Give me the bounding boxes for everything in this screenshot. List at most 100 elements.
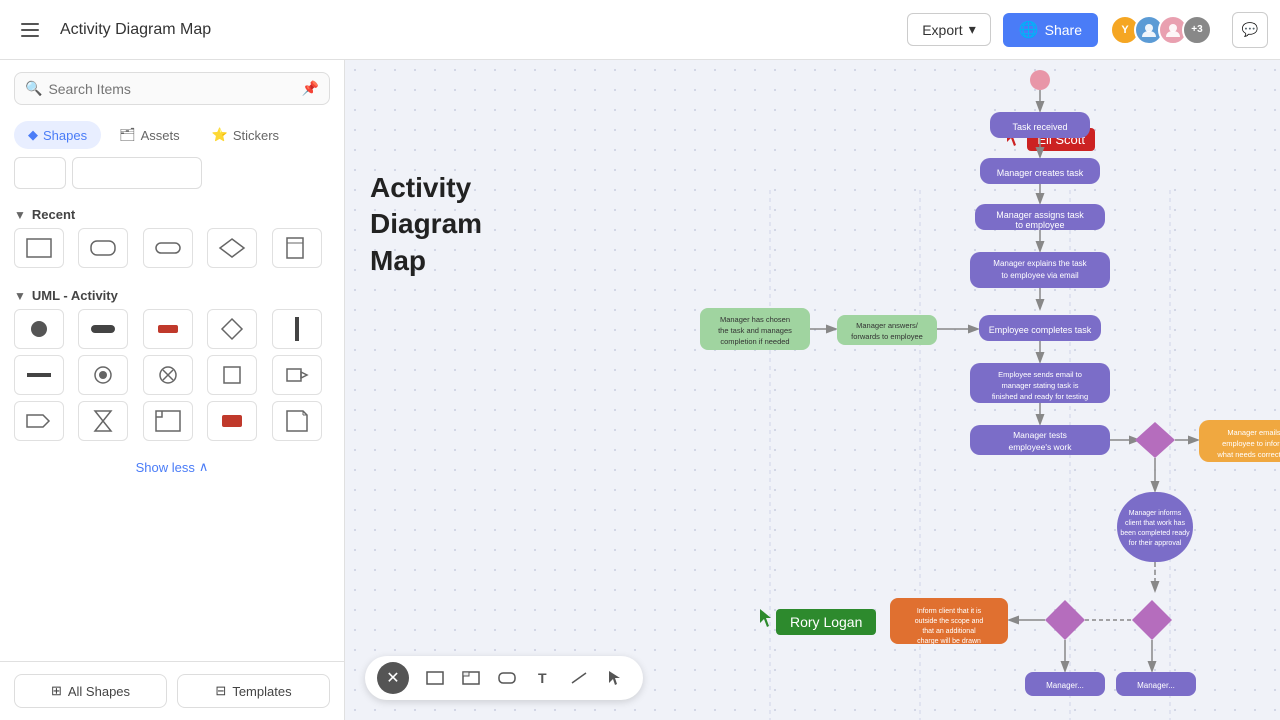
recent-section-header[interactable]: ▼ Recent: [14, 197, 330, 228]
svg-text:finished and ready for testing: finished and ready for testing: [992, 392, 1088, 401]
svg-text:Manager informs: Manager informs: [1129, 510, 1182, 517]
svg-text:T: T: [538, 670, 547, 686]
all-shapes-icon: ⊞: [51, 683, 62, 699]
uml-object-node[interactable]: [207, 355, 257, 395]
tab-assets[interactable]: 🗂 Assets: [105, 121, 194, 149]
svg-text:forwards to employee: forwards to employee: [851, 332, 923, 341]
collaborator-avatars: Y +3: [1110, 15, 1212, 45]
node-manager-informs[interactable]: [1117, 492, 1193, 562]
svg-text:Inform client that it is: Inform client that it is: [917, 608, 982, 615]
shape-preset-2[interactable]: [72, 157, 202, 189]
templates-button[interactable]: ⊟ Templates: [177, 674, 330, 708]
uml-end-flow[interactable]: [78, 355, 128, 395]
avatar-more[interactable]: +3: [1182, 15, 1212, 45]
assets-icon: 🗂: [119, 127, 136, 143]
shape-stadium[interactable]: [143, 228, 193, 268]
uml-swimlane[interactable]: [207, 401, 257, 441]
uml-frame[interactable]: [143, 401, 193, 441]
svg-text:that an additional: that an additional: [922, 628, 976, 635]
diagram-title: Activity Diagram Map: [60, 21, 211, 39]
recent-arrow-icon: ▼: [14, 208, 26, 222]
svg-text:manager stating task is: manager stating task is: [1001, 381, 1078, 390]
tab-stickers[interactable]: ⭐ Stickers: [198, 121, 293, 149]
comment-icon: 💬: [1242, 22, 1259, 38]
text-tool[interactable]: T: [527, 662, 559, 694]
topbar: Activity Diagram Map Export ▾ 🌐 Share Y …: [0, 0, 1280, 60]
uml-section-header[interactable]: ▼ UML - Activity: [14, 278, 330, 309]
svg-text:Task received: Task received: [1012, 122, 1067, 132]
uml-time-event[interactable]: [78, 401, 128, 441]
svg-text:Manager...: Manager...: [1046, 681, 1084, 690]
recent-label: Recent: [32, 207, 75, 222]
uml-fork-vertical[interactable]: [272, 309, 322, 349]
svg-text:Manager has chosen: Manager has chosen: [720, 315, 790, 324]
svg-text:to employee: to employee: [1015, 220, 1064, 230]
uml-arrow-icon: ▼: [14, 289, 26, 303]
chevron-up-icon: ∧: [199, 459, 209, 475]
svg-text:Manager explains the task: Manager explains the task: [993, 259, 1087, 268]
svg-text:Manager answers/: Manager answers/: [856, 321, 919, 330]
uml-decision[interactable]: [207, 309, 257, 349]
svg-text:for their approval: for their approval: [1129, 540, 1182, 547]
search-input[interactable]: [48, 81, 295, 97]
svg-text:been completed ready: been completed ready: [1120, 530, 1190, 537]
stickers-icon: ⭐: [212, 127, 228, 143]
start-circle: [1030, 70, 1050, 90]
diagram-svg: Task received Manager creates task Manag…: [645, 60, 1280, 720]
frame-tool[interactable]: [455, 662, 487, 694]
menu-button[interactable]: [12, 12, 48, 48]
show-less-button[interactable]: Show less ∧: [14, 451, 330, 483]
sidebar-footer: ⊞ All Shapes ⊟ Templates: [0, 661, 344, 720]
uml-action[interactable]: [78, 309, 128, 349]
sidebar: 🔍 📌 ◆ Shapes 🗂 Assets ⭐ Stickers: [0, 60, 345, 720]
uml-pin[interactable]: [272, 355, 322, 395]
rectangle-tool[interactable]: [419, 662, 451, 694]
comment-button[interactable]: 💬: [1232, 12, 1268, 48]
export-button[interactable]: Export ▾: [907, 13, 991, 46]
export-label: Export: [922, 22, 962, 38]
shape-rounded-rect[interactable]: [78, 228, 128, 268]
rounded-tool[interactable]: [491, 662, 523, 694]
uml-note[interactable]: [272, 401, 322, 441]
share-label: Share: [1045, 22, 1082, 38]
all-shapes-button[interactable]: ⊞ All Shapes: [14, 674, 167, 708]
svg-text:Manager emails: Manager emails: [1227, 428, 1280, 437]
shape-square[interactable]: [14, 228, 64, 268]
sidebar-header: 🔍 📌: [0, 60, 344, 113]
shapes-icon: ◆: [28, 127, 38, 143]
templates-icon: ⊟: [215, 683, 226, 699]
pointer-tool[interactable]: [599, 662, 631, 694]
uml-fork-horizontal[interactable]: [14, 355, 64, 395]
share-button[interactable]: 🌐 Share: [1003, 13, 1098, 47]
close-toolbar-button[interactable]: ✕: [377, 662, 409, 694]
line-tool[interactable]: [563, 662, 595, 694]
svg-text:the task and manages: the task and manages: [718, 326, 792, 335]
svg-text:Manager creates task: Manager creates task: [997, 168, 1084, 178]
uml-start-node[interactable]: [14, 309, 64, 349]
bottom-toolbar: ✕ T: [365, 656, 643, 700]
hamburger-icon: [21, 23, 39, 37]
shape-preset-1[interactable]: [14, 157, 66, 189]
svg-text:completion if needed: completion if needed: [720, 337, 789, 346]
svg-text:Employee completes task: Employee completes task: [989, 325, 1092, 335]
svg-text:Manager...: Manager...: [1137, 681, 1175, 690]
shape-diamond[interactable]: [207, 228, 257, 268]
tab-shapes[interactable]: ◆ Shapes: [14, 121, 101, 149]
main-layout: 🔍 📌 ◆ Shapes 🗂 Assets ⭐ Stickers: [0, 60, 1280, 720]
svg-text:employee to inform: employee to inform: [1222, 439, 1280, 448]
canvas-diagram-title: Activity Diagram Map: [370, 170, 482, 279]
shape-tabs: ◆ Shapes 🗂 Assets ⭐ Stickers: [0, 113, 344, 157]
shape-page[interactable]: [272, 228, 322, 268]
globe-icon: 🌐: [1019, 20, 1039, 40]
rory-logan-label: Rory Logan: [776, 609, 876, 635]
uml-send-signal[interactable]: [14, 401, 64, 441]
svg-text:charge will be drawn: charge will be drawn: [917, 638, 981, 645]
recent-shapes-grid: [14, 228, 330, 278]
uml-accept-event[interactable]: [143, 309, 193, 349]
cursor-rory-logan: Rory Logan: [760, 609, 876, 635]
uml-flow-final[interactable]: [143, 355, 193, 395]
pin-icon[interactable]: 📌: [302, 80, 319, 97]
canvas[interactable]: Eli Scott Activity Diagram Map Task rece…: [345, 60, 1280, 720]
svg-text:employee's work: employee's work: [1008, 442, 1072, 452]
node-manager-explains[interactable]: [970, 252, 1110, 288]
